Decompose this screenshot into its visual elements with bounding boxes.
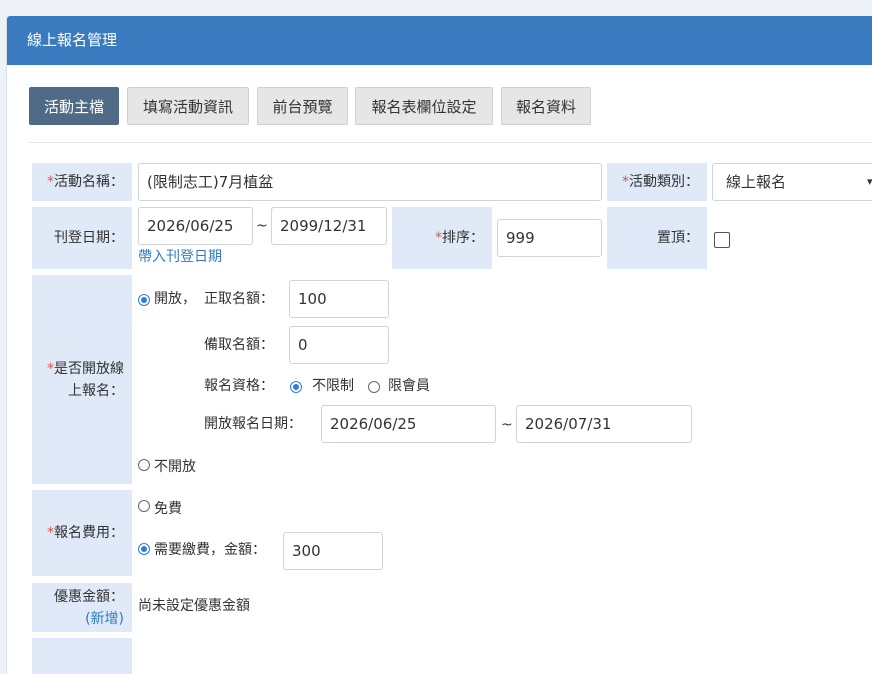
main-panel: 線上報名管理 活動主檔 填寫活動資訊 前台預覽 報名表欄位設定 報名資料 * 活動… [6,16,872,674]
tab-signup-form-fields[interactable]: 報名表欄位設定 [355,87,493,125]
signup-open-label: 開放， [154,291,196,307]
pin-top-checkbox[interactable] [714,232,730,248]
eligibility-members-radio[interactable] [368,381,380,393]
signup-open-radio[interactable] [138,294,150,306]
online-signup-label: *是否開放線 上報名： [32,275,132,484]
signup-end-input[interactable]: 2026/07/31 [516,405,692,443]
fee-paid-label: 需要繳費，金額： [154,542,266,558]
fee-paid-radio[interactable] [138,543,150,555]
publish-start-input[interactable]: 2026/06/25 [138,207,253,245]
tab-fill-activity-info[interactable]: 填寫活動資訊 [127,87,249,125]
fee-amount-input[interactable]: 300 [283,532,383,570]
chevron-down-icon: ▾ [867,175,872,188]
eligibility-unlimited-label: 不限制 [312,378,354,394]
publish-date-label: 刊登日期： [32,207,132,269]
fill-publish-date-link[interactable]: 帶入刊登日期 [138,247,222,267]
waitlist-label: 備取名額： [204,337,274,353]
fee-label: * 報名費用： [32,490,132,576]
divider [29,142,872,143]
fee-free-label: 免費 [154,501,182,517]
eligibility-label: 報名資格： [204,378,274,394]
next-row-label [32,638,132,674]
signup-date-separator: ~ [501,417,513,433]
pin-top-label: 置頂： [607,207,707,269]
panel-title: 線上報名管理 [7,16,872,65]
tab-signup-data[interactable]: 報名資料 [501,87,591,125]
activity-name-label: * 活動名稱： [32,163,132,201]
signup-closed-label: 不開放 [154,459,196,475]
activity-type-label: * 活動類別： [607,163,707,201]
activity-name-input[interactable]: (限制志工)7月植盆 [138,163,602,201]
signup-start-input[interactable]: 2026/06/25 [321,405,496,443]
tab-activity-main[interactable]: 活動主檔 [29,87,119,125]
signup-dates-label: 開放報名日期： [204,416,302,432]
activity-type-select[interactable]: 線上報名 ▾ [712,163,872,201]
discount-empty-text: 尚未設定優惠金額 [138,598,250,614]
order-input[interactable]: 999 [497,219,602,257]
add-discount-link[interactable]: (新增) [85,608,124,630]
fee-free-radio[interactable] [138,500,150,512]
waitlist-input[interactable]: 0 [289,326,389,364]
eligibility-unlimited-radio[interactable] [290,381,302,393]
order-label: * 排序： [392,207,492,269]
publish-end-input[interactable]: 2099/12/31 [271,207,387,245]
quota-input[interactable]: 100 [289,280,389,318]
quota-label: 正取名額： [204,291,274,307]
signup-closed-radio[interactable] [138,459,150,471]
date-range-separator: ~ [256,218,268,234]
tab-frontend-preview[interactable]: 前台預覽 [257,87,348,125]
discount-label: 優惠金額： (新增) [32,583,132,632]
eligibility-members-label: 限會員 [388,378,430,394]
